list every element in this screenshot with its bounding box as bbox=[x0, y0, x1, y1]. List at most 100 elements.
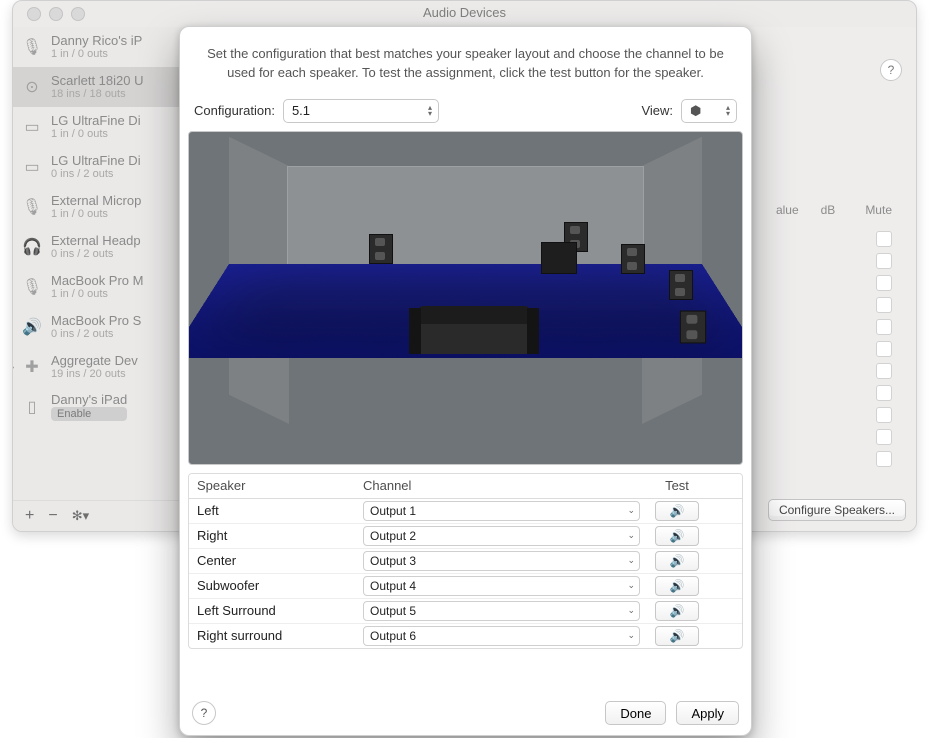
table-row: Center Output 3 ⌄ 🔊 bbox=[189, 549, 742, 574]
ipad-icon: ▯ bbox=[21, 396, 43, 418]
mute-checkbox[interactable] bbox=[876, 451, 892, 467]
device-name: External Headp bbox=[51, 234, 141, 248]
sound-icon: 🔊 bbox=[670, 604, 685, 618]
stepper-icon: ▴▾ bbox=[428, 105, 432, 117]
speaker-name: Right surround bbox=[189, 628, 355, 643]
mute-checkbox[interactable] bbox=[876, 385, 892, 401]
sidebar-toolbar: + − ✻▾ bbox=[13, 500, 188, 531]
remove-device-button[interactable]: − bbox=[48, 507, 57, 525]
sidebar-device-item[interactable]: 🎙MacBook Pro M1 in / 0 outs bbox=[13, 267, 188, 307]
mute-checkbox[interactable] bbox=[876, 429, 892, 445]
test-speaker-button[interactable]: 🔊 bbox=[655, 576, 699, 596]
speaker-surround-left-icon[interactable] bbox=[669, 270, 693, 300]
sidebar-device-item[interactable]: › ✚ Aggregate Dev19 ins / 20 outs bbox=[13, 347, 188, 387]
chevron-down-icon: ⌄ bbox=[627, 555, 635, 566]
device-actions-menu[interactable]: ✻▾ bbox=[72, 508, 89, 524]
configure-speakers-sheet: Set the configuration that best matches … bbox=[179, 26, 752, 736]
enable-pill[interactable]: Enable bbox=[51, 407, 127, 421]
test-speaker-button[interactable]: 🔊 bbox=[655, 626, 699, 646]
channel-popup[interactable]: Output 3 ⌄ bbox=[363, 551, 640, 571]
channel-popup[interactable]: Output 4⌄ bbox=[363, 576, 640, 596]
sidebar-device-item[interactable]: ▭LG UltraFine Di0 ins / 2 outs bbox=[13, 147, 188, 187]
sound-icon: 🔊 bbox=[670, 579, 685, 593]
test-speaker-button[interactable]: 🔊 bbox=[655, 526, 699, 546]
disclosure-icon[interactable]: › bbox=[12, 362, 14, 373]
channel-popup[interactable]: Output 1⌄ bbox=[363, 501, 640, 521]
speaker-name: Center bbox=[189, 553, 355, 568]
channel-popup[interactable]: Output 5⌄ bbox=[363, 601, 640, 621]
device-io: 19 ins / 20 outs bbox=[51, 368, 138, 380]
mute-checkbox[interactable] bbox=[876, 275, 892, 291]
device-sidebar: 🎙Danny Rico's iP1 in / 0 outs⊙Scarlett 1… bbox=[13, 27, 189, 531]
window-title: Audio Devices bbox=[13, 5, 916, 20]
sidebar-device-item[interactable]: 🎙 External Microp1 in / 0 outs bbox=[13, 187, 188, 227]
speaker-left-icon[interactable] bbox=[369, 234, 393, 264]
sidebar-device-item[interactable]: ▭LG UltraFine Di1 in / 0 outs bbox=[13, 107, 188, 147]
sidebar-device-item[interactable]: 🎙Danny Rico's iP1 in / 0 outs bbox=[13, 27, 188, 67]
mic-icon: 🎙 bbox=[21, 196, 43, 218]
configuration-value: 5.1 bbox=[292, 103, 310, 118]
device-io: 1 in / 0 outs bbox=[51, 208, 141, 220]
speaker-surround-right-icon[interactable] bbox=[680, 310, 706, 343]
col-speaker[interactable]: Speaker bbox=[189, 478, 355, 493]
speaker-3d-view[interactable] bbox=[188, 131, 743, 465]
view-label: View: bbox=[641, 103, 673, 118]
device-io: 0 ins / 2 outs bbox=[51, 248, 141, 260]
mute-checkbox[interactable] bbox=[876, 341, 892, 357]
sidebar-device-item[interactable]: ⊙Scarlett 18i20 U18 ins / 18 outs bbox=[13, 67, 188, 107]
sofa-icon bbox=[419, 306, 529, 354]
speaker-name: Left bbox=[189, 503, 355, 518]
device-name: MacBook Pro M bbox=[51, 274, 143, 288]
mic-icon: 🎙 bbox=[21, 36, 43, 58]
channel-value: Output 2 bbox=[370, 529, 416, 543]
sheet-instructions: Set the configuration that best matches … bbox=[180, 27, 751, 93]
sidebar-device-item[interactable]: 🔊MacBook Pro S0 ins / 2 outs bbox=[13, 307, 188, 347]
mute-checkbox[interactable] bbox=[876, 297, 892, 313]
add-device-button[interactable]: + bbox=[25, 507, 34, 525]
aggregate-icon: ✚ bbox=[21, 356, 43, 378]
mute-checkbox[interactable] bbox=[876, 363, 892, 379]
configuration-popup[interactable]: 5.1 ▴▾ bbox=[283, 99, 439, 123]
table-row: Left Surround Output 5⌄ 🔊 bbox=[189, 599, 742, 624]
test-speaker-button[interactable]: 🔊 bbox=[655, 501, 699, 521]
table-row: SubwooferOutput 4⌄🔊 bbox=[189, 574, 742, 599]
device-name: Aggregate Dev bbox=[51, 354, 138, 368]
col-channel[interactable]: Channel bbox=[355, 478, 636, 493]
col-test[interactable]: Test bbox=[636, 478, 718, 493]
table-row: Right surround Output 6⌄ 🔊 bbox=[189, 624, 742, 648]
channel-popup[interactable]: Output 6⌄ bbox=[363, 626, 640, 646]
sidebar-device-item[interactable]: ▯Danny's iPadEnable bbox=[13, 387, 188, 427]
speaker-center-icon[interactable] bbox=[621, 244, 645, 274]
table-row: Right Output 2 ⌄ 🔊 bbox=[189, 524, 742, 549]
device-name: External Microp bbox=[51, 194, 141, 208]
device-io: 1 in / 0 outs bbox=[51, 128, 141, 140]
done-button[interactable]: Done bbox=[605, 701, 666, 725]
channel-popup[interactable]: Output 2 ⌄ bbox=[363, 526, 640, 546]
sound-icon: 🔊 bbox=[670, 554, 685, 568]
chevron-down-icon: ⌄ bbox=[627, 530, 635, 541]
mute-checkbox[interactable] bbox=[876, 407, 892, 423]
mute-checkbox[interactable] bbox=[876, 253, 892, 269]
display-icon: ▭ bbox=[21, 156, 43, 178]
channel-value: Output 6 bbox=[370, 629, 416, 643]
sidebar-device-item[interactable]: 🎧External Headp0 ins / 2 outs bbox=[13, 227, 188, 267]
speaker-name: Right bbox=[189, 528, 355, 543]
mute-checkbox[interactable] bbox=[876, 319, 892, 335]
speaker-name: Left Surround bbox=[189, 603, 355, 618]
device-io: 0 ins / 2 outs bbox=[51, 328, 141, 340]
device-name: LG UltraFine Di bbox=[51, 114, 141, 128]
view-popup[interactable]: ⬢ ▴▾ bbox=[681, 99, 737, 123]
configure-speakers-button[interactable]: Configure Speakers... bbox=[768, 499, 906, 521]
sheet-help-button[interactable]: ? bbox=[192, 701, 216, 725]
channel-value: Output 3 bbox=[370, 554, 416, 568]
stepper-icon: ▴▾ bbox=[726, 105, 730, 117]
channel-value: Output 4 bbox=[370, 579, 416, 593]
test-speaker-button[interactable]: 🔊 bbox=[655, 601, 699, 621]
device-name: Scarlett 18i20 U bbox=[51, 74, 144, 88]
test-speaker-button[interactable]: 🔊 bbox=[655, 551, 699, 571]
subwoofer-icon[interactable] bbox=[541, 242, 577, 274]
help-button[interactable]: ? bbox=[880, 59, 902, 81]
configuration-label: Configuration: bbox=[194, 103, 275, 118]
mute-checkbox[interactable] bbox=[876, 231, 892, 247]
apply-button[interactable]: Apply bbox=[676, 701, 739, 725]
